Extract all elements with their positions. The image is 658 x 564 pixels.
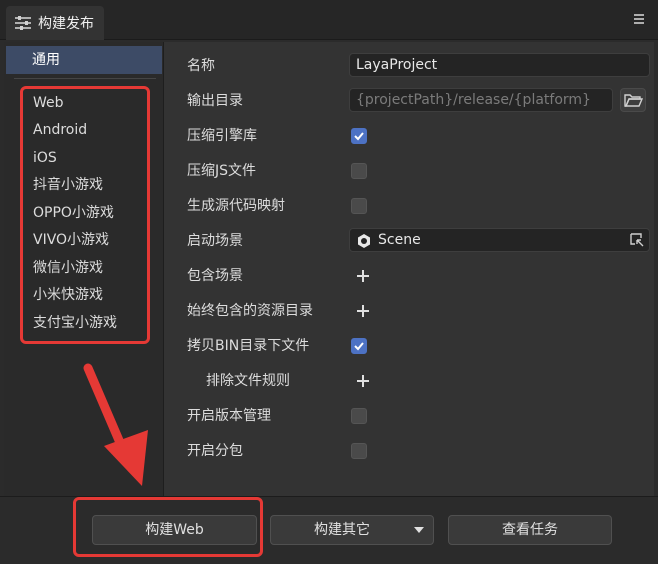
subpackage-label: 开启分包 [187, 443, 243, 459]
annotation-highlight-box [73, 497, 263, 557]
tab-build-publish[interactable]: 构建发布 [6, 6, 104, 40]
start-scene-value: Scene [378, 232, 421, 248]
always-include-label: 始终包含的资源目录 [187, 303, 313, 319]
scene-icon [358, 234, 370, 248]
pick-scene-icon[interactable] [629, 232, 645, 248]
copy-bin-label: 拷贝BIN目录下文件 [187, 338, 310, 354]
build-other-label: 构建其它 [314, 522, 370, 538]
sidebar-item-xiaomi[interactable]: 小米快游戏 [33, 283, 103, 307]
sidebar-item-vivo[interactable]: VIVO小游戏 [33, 228, 109, 252]
start-scene-label: 启动场景 [187, 233, 243, 249]
sliders-icon [15, 16, 31, 30]
annotation-arrow-icon [83, 363, 148, 486]
version-control-label: 开启版本管理 [187, 408, 271, 424]
version-control-checkbox[interactable] [351, 408, 367, 424]
checkmark-icon [354, 132, 364, 141]
add-scene-icon[interactable] [355, 268, 371, 284]
output-dir-input[interactable]: {projectPath}/release/{platform} [349, 88, 613, 112]
sidebar-item-general[interactable]: 通用 [6, 46, 162, 74]
name-label: 名称 [187, 58, 215, 74]
browse-folder-button[interactable] [620, 88, 646, 112]
folder-open-icon [624, 94, 644, 107]
sourcemap-label: 生成源代码映射 [187, 198, 285, 214]
name-input[interactable]: LayaProject [349, 53, 650, 77]
sidebar-item-oppo[interactable]: OPPO小游戏 [33, 201, 114, 225]
compress-js-checkbox[interactable] [351, 163, 367, 179]
checkmark-icon [354, 342, 364, 351]
sidebar-divider [14, 78, 156, 79]
title-bar: 构建发布 [0, 0, 658, 40]
sourcemap-checkbox[interactable] [351, 198, 367, 214]
compress-engine-label: 压缩引擎库 [187, 128, 257, 144]
sidebar-item-wechat[interactable]: 微信小游戏 [33, 256, 103, 280]
tab-title: 构建发布 [38, 16, 94, 32]
sidebar-item-web[interactable]: Web [33, 91, 64, 115]
copy-bin-checkbox[interactable] [351, 338, 367, 354]
sidebar-item-android[interactable]: Android [33, 118, 87, 142]
compress-js-label: 压缩JS文件 [187, 163, 257, 179]
subpackage-checkbox[interactable] [351, 443, 367, 459]
build-other-button[interactable]: 构建其它 [270, 515, 434, 545]
exclude-rules-label: 排除文件规则 [206, 373, 290, 389]
compress-engine-checkbox[interactable] [351, 128, 367, 144]
include-scenes-label: 包含场景 [187, 268, 243, 284]
output-dir-label: 输出目录 [187, 93, 243, 109]
view-tasks-button[interactable]: 查看任务 [448, 515, 612, 545]
start-scene-field[interactable]: Scene [349, 228, 650, 252]
sidebar-item-ios[interactable]: iOS [33, 146, 57, 170]
sidebar-item-alipay[interactable]: 支付宝小游戏 [33, 311, 117, 335]
chevron-down-icon[interactable] [413, 526, 425, 534]
hamburger-menu-icon[interactable] [632, 12, 646, 26]
add-resource-dir-icon[interactable] [355, 303, 371, 319]
platform-list: Web Android iOS 抖音小游戏 OPPO小游戏 VIVO小游戏 微信… [20, 86, 150, 344]
add-exclude-rule-icon[interactable] [355, 373, 371, 389]
sidebar-item-douyin[interactable]: 抖音小游戏 [33, 173, 103, 197]
